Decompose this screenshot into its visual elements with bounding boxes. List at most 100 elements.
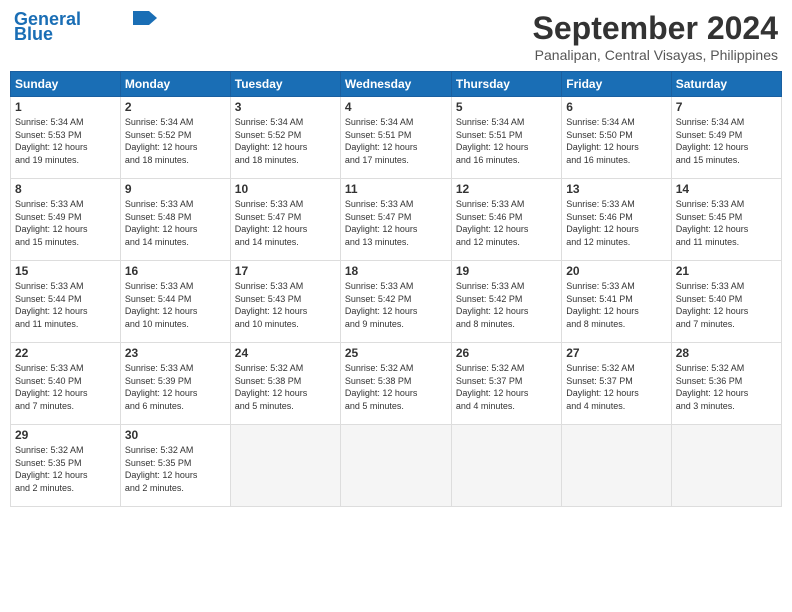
calendar-cell: 20Sunrise: 5:33 AMSunset: 5:41 PMDayligh… xyxy=(562,261,671,343)
day-info: Sunrise: 5:32 AMSunset: 5:36 PMDaylight:… xyxy=(676,362,777,412)
day-number: 2 xyxy=(125,100,226,114)
calendar-cell xyxy=(340,425,451,507)
calendar-cell: 13Sunrise: 5:33 AMSunset: 5:46 PMDayligh… xyxy=(562,179,671,261)
day-info: Sunrise: 5:33 AMSunset: 5:46 PMDaylight:… xyxy=(566,198,666,248)
day-number: 26 xyxy=(456,346,557,360)
calendar-cell: 17 Sunrise: 5:33 AMSunset: 5:43 PMDayligh… xyxy=(230,261,340,343)
week-row-4: 22Sunrise: 5:33 AMSunset: 5:40 PMDayligh… xyxy=(11,343,782,425)
day-number: 12 xyxy=(456,182,557,196)
day-info: Sunrise: 5:33 AMSunset: 5:42 PMDaylight:… xyxy=(456,280,557,330)
week-row-5: 29 Sunrise: 5:32 AMSunset: 5:35 PMDayligh… xyxy=(11,425,782,507)
day-info: Sunrise: 5:33 AMSunset: 5:42 PMDaylight:… xyxy=(345,280,447,330)
day-number: 5 xyxy=(456,100,557,114)
day-info: Sunrise: 5:33 AMSunset: 5:41 PMDaylight:… xyxy=(566,280,666,330)
week-row-2: 8 Sunrise: 5:33 AMSunset: 5:49 PMDaylight… xyxy=(11,179,782,261)
weekday-header-friday: Friday xyxy=(562,72,671,97)
day-number: 16 xyxy=(125,264,226,278)
calendar-cell: 2 Sunrise: 5:34 AMSunset: 5:52 PMDaylight… xyxy=(120,97,230,179)
calendar-cell: 12 Sunrise: 5:33 AMSunset: 5:46 PMDayligh… xyxy=(451,179,561,261)
day-info: Sunrise: 5:32 AMSunset: 5:37 PMDaylight:… xyxy=(566,362,666,412)
day-info: Sunrise: 5:33 AMSunset: 5:48 PMDaylight:… xyxy=(125,198,226,248)
day-number: 28 xyxy=(676,346,777,360)
calendar-cell: 9 Sunrise: 5:33 AMSunset: 5:48 PMDaylight… xyxy=(120,179,230,261)
location-title: Panalipan, Central Visayas, Philippines xyxy=(533,47,778,63)
calendar-cell xyxy=(671,425,781,507)
weekday-header-wednesday: Wednesday xyxy=(340,72,451,97)
calendar-cell: 28 Sunrise: 5:32 AMSunset: 5:36 PMDayligh… xyxy=(671,343,781,425)
weekday-header-monday: Monday xyxy=(120,72,230,97)
week-row-3: 15Sunrise: 5:33 AMSunset: 5:44 PMDayligh… xyxy=(11,261,782,343)
calendar-cell: 26Sunrise: 5:32 AMSunset: 5:37 PMDayligh… xyxy=(451,343,561,425)
calendar-cell: 23 Sunrise: 5:33 AMSunset: 5:39 PMDayligh… xyxy=(120,343,230,425)
weekday-header-tuesday: Tuesday xyxy=(230,72,340,97)
day-info: Sunrise: 5:34 AMSunset: 5:51 PMDaylight:… xyxy=(456,116,557,166)
day-info: Sunrise: 5:34 AMSunset: 5:51 PMDaylight:… xyxy=(345,116,447,166)
page-header: General Blue September 2024 Panalipan, C… xyxy=(10,10,782,63)
day-info: Sunrise: 5:34 AMSunset: 5:50 PMDaylight:… xyxy=(566,116,666,166)
calendar-cell: 24Sunrise: 5:32 AMSunset: 5:38 PMDayligh… xyxy=(230,343,340,425)
calendar-cell: 30 Sunrise: 5:32 AMSunset: 5:35 PMDayligh… xyxy=(120,425,230,507)
calendar-cell: 5 Sunrise: 5:34 AMSunset: 5:51 PMDaylight… xyxy=(451,97,561,179)
calendar-cell: 1 Sunrise: 5:34 AMSunset: 5:53 PMDaylight… xyxy=(11,97,121,179)
logo-arrow-icon xyxy=(133,11,157,25)
calendar-cell: 21 Sunrise: 5:33 AMSunset: 5:40 PMDayligh… xyxy=(671,261,781,343)
day-number: 23 xyxy=(125,346,226,360)
day-number: 6 xyxy=(566,100,666,114)
day-info: Sunrise: 5:33 AMSunset: 5:46 PMDaylight:… xyxy=(456,198,557,248)
day-number: 9 xyxy=(125,182,226,196)
day-info: Sunrise: 5:34 AMSunset: 5:49 PMDaylight:… xyxy=(676,116,777,166)
day-number: 19 xyxy=(456,264,557,278)
day-number: 24 xyxy=(235,346,336,360)
calendar-cell: 15Sunrise: 5:33 AMSunset: 5:44 PMDayligh… xyxy=(11,261,121,343)
week-row-1: 1 Sunrise: 5:34 AMSunset: 5:53 PMDaylight… xyxy=(11,97,782,179)
day-info: Sunrise: 5:33 AMSunset: 5:44 PMDaylight:… xyxy=(15,280,116,330)
month-title: September 2024 xyxy=(533,10,778,47)
weekday-header-sunday: Sunday xyxy=(11,72,121,97)
day-number: 4 xyxy=(345,100,447,114)
calendar-cell: 14 Sunrise: 5:33 AMSunset: 5:45 PMDayligh… xyxy=(671,179,781,261)
day-number: 18 xyxy=(345,264,447,278)
calendar-cell: 7Sunrise: 5:34 AMSunset: 5:49 PMDaylight… xyxy=(671,97,781,179)
day-number: 1 xyxy=(15,100,116,114)
day-number: 21 xyxy=(676,264,777,278)
calendar-cell: 22Sunrise: 5:33 AMSunset: 5:40 PMDayligh… xyxy=(11,343,121,425)
title-block: September 2024 Panalipan, Central Visaya… xyxy=(533,10,778,63)
day-info: Sunrise: 5:33 AMSunset: 5:39 PMDaylight:… xyxy=(125,362,226,412)
calendar-cell: 3Sunrise: 5:34 AMSunset: 5:52 PMDaylight… xyxy=(230,97,340,179)
day-info: Sunrise: 5:33 AMSunset: 5:44 PMDaylight:… xyxy=(125,280,226,330)
calendar-cell: 6 Sunrise: 5:34 AMSunset: 5:50 PMDaylight… xyxy=(562,97,671,179)
calendar-cell: 25Sunrise: 5:32 AMSunset: 5:38 PMDayligh… xyxy=(340,343,451,425)
day-number: 29 xyxy=(15,428,116,442)
day-number: 30 xyxy=(125,428,226,442)
day-number: 27 xyxy=(566,346,666,360)
day-info: Sunrise: 5:34 AMSunset: 5:52 PMDaylight:… xyxy=(125,116,226,166)
day-info: Sunrise: 5:32 AMSunset: 5:35 PMDaylight:… xyxy=(125,444,226,494)
day-info: Sunrise: 5:32 AMSunset: 5:35 PMDaylight:… xyxy=(15,444,116,494)
day-info: Sunrise: 5:34 AMSunset: 5:52 PMDaylight:… xyxy=(235,116,336,166)
calendar-cell: 10 Sunrise: 5:33 AMSunset: 5:47 PMDayligh… xyxy=(230,179,340,261)
calendar-cell: 11Sunrise: 5:33 AMSunset: 5:47 PMDayligh… xyxy=(340,179,451,261)
weekday-header-row: SundayMondayTuesdayWednesdayThursdayFrid… xyxy=(11,72,782,97)
calendar-cell xyxy=(562,425,671,507)
day-info: Sunrise: 5:33 AMSunset: 5:45 PMDaylight:… xyxy=(676,198,777,248)
day-info: Sunrise: 5:33 AMSunset: 5:43 PMDaylight:… xyxy=(235,280,336,330)
day-info: Sunrise: 5:33 AMSunset: 5:40 PMDaylight:… xyxy=(676,280,777,330)
day-info: Sunrise: 5:33 AMSunset: 5:47 PMDaylight:… xyxy=(345,198,447,248)
day-number: 14 xyxy=(676,182,777,196)
day-info: Sunrise: 5:33 AMSunset: 5:40 PMDaylight:… xyxy=(15,362,116,412)
calendar-cell: 29 Sunrise: 5:32 AMSunset: 5:35 PMDayligh… xyxy=(11,425,121,507)
calendar-table: SundayMondayTuesdayWednesdayThursdayFrid… xyxy=(10,71,782,507)
calendar-cell: 4 Sunrise: 5:34 AMSunset: 5:51 PMDaylight… xyxy=(340,97,451,179)
day-number: 17 xyxy=(235,264,336,278)
weekday-header-saturday: Saturday xyxy=(671,72,781,97)
day-number: 8 xyxy=(15,182,116,196)
day-info: Sunrise: 5:33 AMSunset: 5:49 PMDaylight:… xyxy=(15,198,116,248)
day-number: 10 xyxy=(235,182,336,196)
weekday-header-thursday: Thursday xyxy=(451,72,561,97)
calendar-cell xyxy=(230,425,340,507)
day-number: 25 xyxy=(345,346,447,360)
calendar-cell xyxy=(451,425,561,507)
calendar-cell: 27 Sunrise: 5:32 AMSunset: 5:37 PMDayligh… xyxy=(562,343,671,425)
day-info: Sunrise: 5:34 AMSunset: 5:53 PMDaylight:… xyxy=(15,116,116,166)
day-info: Sunrise: 5:33 AMSunset: 5:47 PMDaylight:… xyxy=(235,198,336,248)
